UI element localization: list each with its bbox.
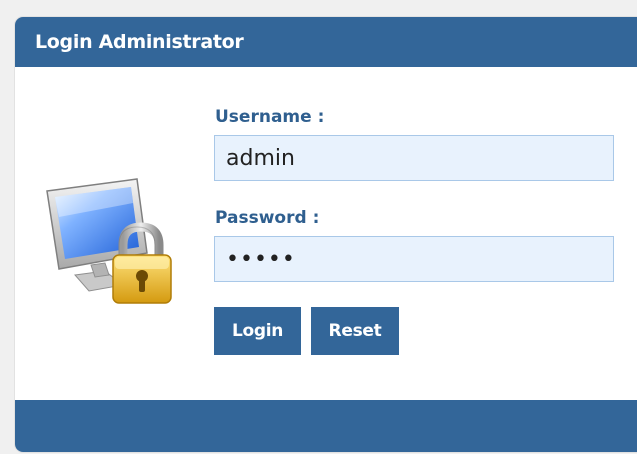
computer-lock-icon [46,178,172,304]
username-label: Username : [215,107,325,127]
username-input[interactable] [214,135,614,181]
password-label: Password : [215,208,320,228]
login-button[interactable]: Login [214,307,301,355]
reset-button[interactable]: Reset [311,307,399,355]
panel-title: Login Administrator [15,17,637,67]
login-panel: Login Administrator Username: admin Pas… [15,17,637,452]
password-input[interactable] [214,236,614,282]
panel-footer [15,400,637,452]
